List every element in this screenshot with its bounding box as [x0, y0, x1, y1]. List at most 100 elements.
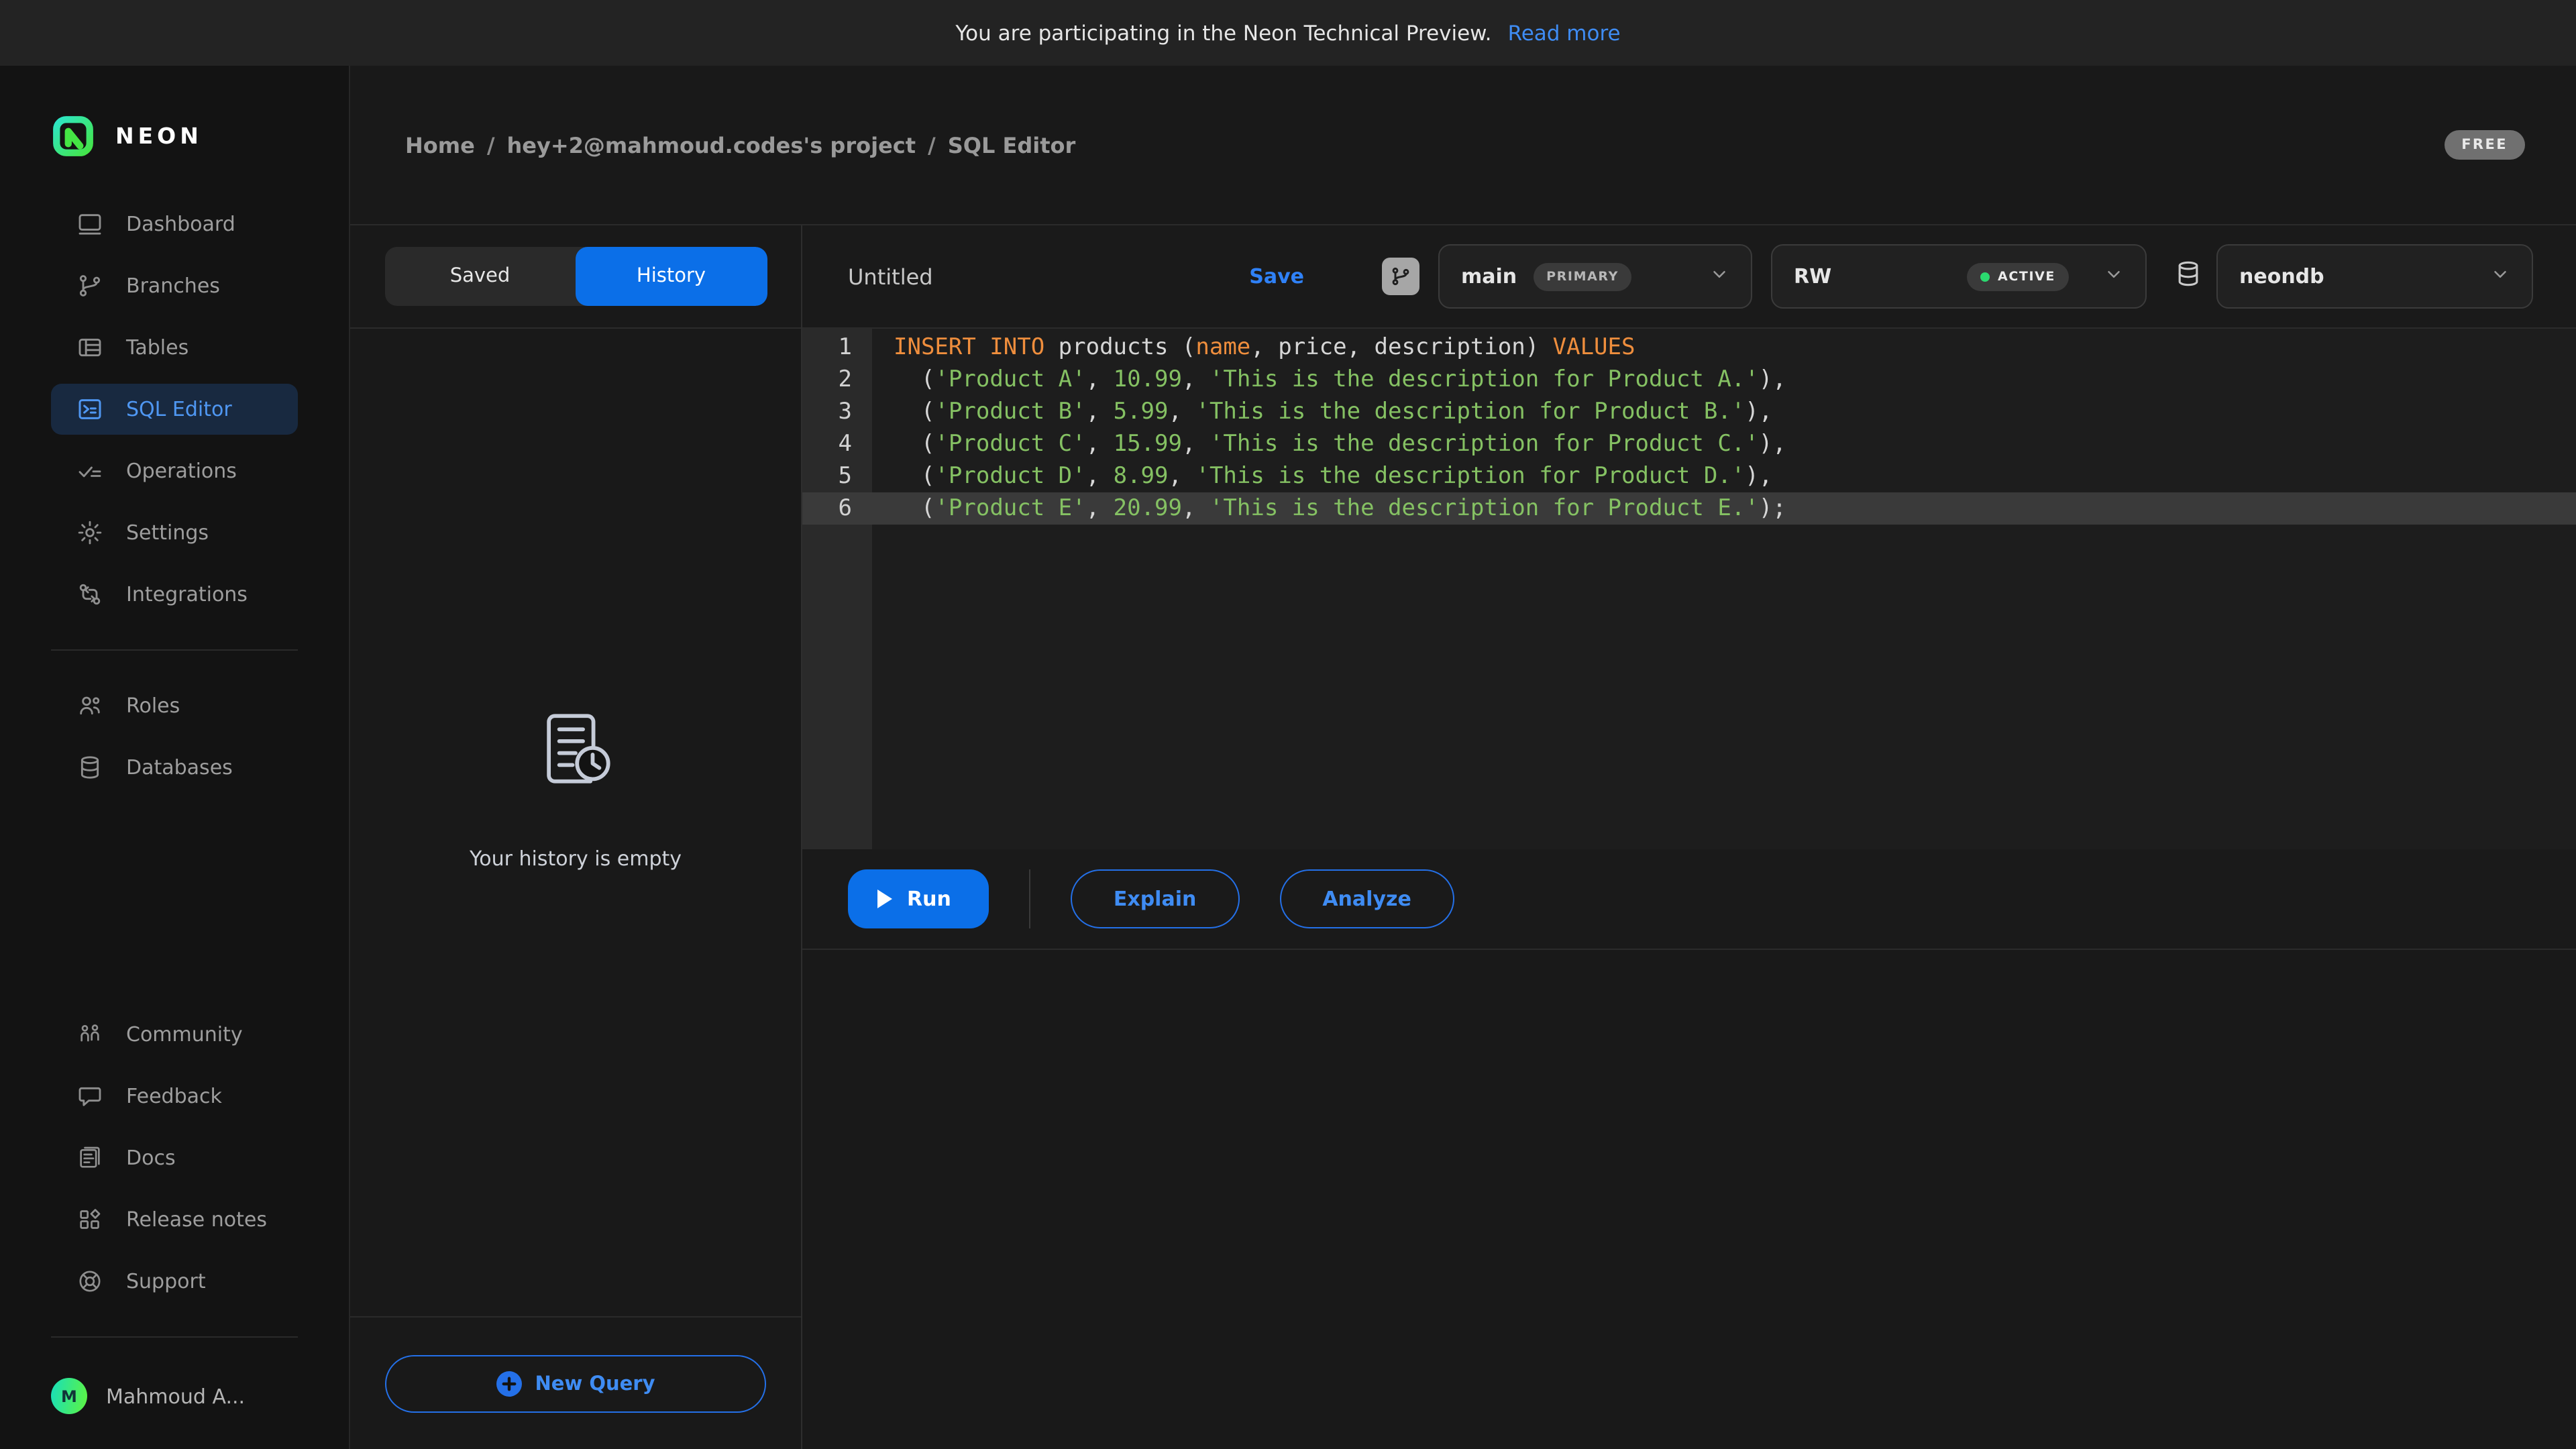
editor-actions: Run Explain Analyze: [802, 849, 2576, 950]
database-selector[interactable]: neondb: [2216, 244, 2533, 309]
sidebar-item-label: Support: [126, 1269, 206, 1293]
sidebar-item-label: Community: [126, 1022, 243, 1046]
user-name: Mahmoud A...: [106, 1384, 245, 1408]
neon-console-app: You are participating in the Neon Techni…: [0, 0, 2576, 1449]
sidebar-item-label: Feedback: [126, 1084, 222, 1108]
docs-icon: [76, 1144, 103, 1171]
sidebar-item-label: Roles: [126, 694, 180, 718]
sidebar-item-databases[interactable]: Databases: [51, 742, 298, 793]
code-line-text[interactable]: INSERT INTO products (name, price, descr…: [872, 331, 1635, 364]
code-line-text[interactable]: ('Product B', 5.99, 'This is the descrip…: [872, 396, 1772, 428]
tab-saved[interactable]: Saved: [384, 247, 576, 306]
sidebar-item-label: Operations: [126, 459, 237, 483]
breadcrumb-separator: /: [487, 132, 495, 158]
sidebar-nav-footer: Community Feedback Docs Release notes Su…: [0, 1009, 349, 1318]
technical-preview-banner: You are participating in the Neon Techni…: [0, 0, 2576, 66]
sidebar-item-label: Dashboard: [126, 212, 235, 236]
feedback-icon: [76, 1083, 103, 1110]
sidebar-item-dashboard[interactable]: Dashboard: [51, 199, 298, 250]
code-line: 5 ('Product D', 8.99, 'This is the descr…: [802, 460, 2576, 492]
history-footer: New Query: [350, 1316, 801, 1449]
sidebar-item-label: Tables: [126, 335, 189, 360]
sidebar-item-label: Settings: [126, 521, 209, 545]
branch-icon-button[interactable]: [1382, 258, 1419, 295]
actions-divider: [1029, 869, 1030, 928]
active-badge: ACTIVE: [1967, 262, 2069, 290]
chevron-down-icon: [2104, 264, 2124, 289]
sidebar-item-label: Integrations: [126, 582, 248, 606]
branches-icon: [76, 272, 103, 299]
line-number: 4: [802, 428, 872, 460]
sidebar: NEON Dashboard Branches Tables SQL E: [0, 66, 350, 1449]
brand-wordmark: NEON: [115, 123, 203, 149]
breadcrumb-sql-editor[interactable]: SQL Editor: [948, 132, 1076, 158]
sidebar-item-operations[interactable]: Operations: [51, 445, 298, 496]
databases-icon: [76, 754, 103, 781]
release-notes-icon: [76, 1206, 103, 1233]
code-line: 3 ('Product B', 5.99, 'This is the descr…: [802, 396, 2576, 428]
queries-panel: SavedHistory Your history is empty: [350, 225, 802, 1449]
sidebar-item-label: Branches: [126, 274, 220, 298]
code-line-text[interactable]: ('Product C', 15.99, 'This is the descri…: [872, 428, 1786, 460]
chevron-down-icon: [2490, 264, 2510, 289]
explain-button[interactable]: Explain: [1071, 869, 1240, 928]
editor-header: Untitled Save main PRIMARY: [802, 225, 2576, 329]
line-number: 6: [802, 492, 872, 525]
neon-logo[interactable]: NEON: [0, 66, 349, 199]
banner-text: You are participating in the Neon Techni…: [955, 21, 1491, 45]
sidebar-nav-data: Roles Databases: [0, 680, 349, 804]
sidebar-item-release-notes[interactable]: Release notes: [51, 1194, 298, 1245]
code-line-text[interactable]: ('Product A', 10.99, 'This is the descri…: [872, 364, 1786, 396]
read-more-link[interactable]: Read more: [1508, 21, 1621, 45]
sidebar-item-branches[interactable]: Branches: [51, 260, 298, 311]
status-dot-icon: [1980, 272, 1990, 281]
chevron-down-icon: [1709, 264, 1729, 289]
sidebar-divider-bottom: [51, 1336, 298, 1338]
sidebar-item-docs[interactable]: Docs: [51, 1132, 298, 1183]
sidebar-item-settings[interactable]: Settings: [51, 507, 298, 558]
line-number: 3: [802, 396, 872, 428]
sql-code-editor[interactable]: 1 INSERT INTO products (name, price, des…: [802, 329, 2576, 849]
saved-history-toggle: SavedHistory: [384, 247, 767, 306]
branch-selector[interactable]: main PRIMARY: [1438, 244, 1752, 309]
sidebar-item-tables[interactable]: Tables: [51, 322, 298, 373]
tab-history[interactable]: History: [576, 247, 767, 306]
new-query-button[interactable]: New Query: [385, 1355, 766, 1413]
code-line-text[interactable]: ('Product D', 8.99, 'This is the descrip…: [872, 460, 1772, 492]
breadcrumb-home[interactable]: Home: [405, 132, 475, 158]
sidebar-item-label: Databases: [126, 755, 233, 780]
database-selector-value: neondb: [2239, 264, 2324, 288]
history-empty-text: Your history is empty: [470, 847, 682, 871]
tables-icon: [76, 334, 103, 361]
sidebar-item-support[interactable]: Support: [51, 1256, 298, 1307]
query-title[interactable]: Untitled: [848, 264, 933, 289]
avatar: M: [51, 1378, 87, 1414]
neon-logomark-icon: [51, 114, 95, 158]
sql-editor-panel: Untitled Save main PRIMARY: [802, 225, 2576, 1449]
endpoint-selector[interactable]: RW ACTIVE: [1771, 244, 2147, 309]
sql-editor-icon: [76, 396, 103, 423]
save-button[interactable]: Save: [1249, 264, 1304, 288]
community-icon: [76, 1021, 103, 1048]
user-menu[interactable]: M Mahmoud A...: [0, 1367, 349, 1449]
sidebar-item-roles[interactable]: Roles: [51, 680, 298, 731]
plan-badge: FREE: [2444, 130, 2525, 160]
code-line: 2 ('Product A', 10.99, 'This is the desc…: [802, 364, 2576, 396]
history-empty-state: Your history is empty: [350, 329, 801, 1316]
sidebar-item-community[interactable]: Community: [51, 1009, 298, 1060]
plus-icon: [496, 1371, 522, 1397]
integrations-icon: [76, 581, 103, 608]
history-empty-icon: [534, 707, 617, 790]
run-button[interactable]: Run: [848, 869, 989, 928]
sidebar-item-integrations[interactable]: Integrations: [51, 569, 298, 620]
sidebar-item-label: Docs: [126, 1146, 176, 1170]
breadcrumb-hey-2-mahmoud-codes-s-project[interactable]: hey+2@mahmoud.codes's project: [507, 132, 916, 158]
code-line: 1 INSERT INTO products (name, price, des…: [802, 331, 2576, 364]
sidebar-item-sql-editor[interactable]: SQL Editor: [51, 384, 298, 435]
sidebar-item-feedback[interactable]: Feedback: [51, 1071, 298, 1122]
code-line-text[interactable]: ('Product E', 20.99, 'This is the descri…: [872, 492, 1786, 525]
line-number: 1: [802, 331, 872, 364]
code-line: 4 ('Product C', 15.99, 'This is the desc…: [802, 428, 2576, 460]
analyze-button[interactable]: Analyze: [1279, 869, 1454, 928]
breadcrumb-separator: /: [928, 132, 936, 158]
